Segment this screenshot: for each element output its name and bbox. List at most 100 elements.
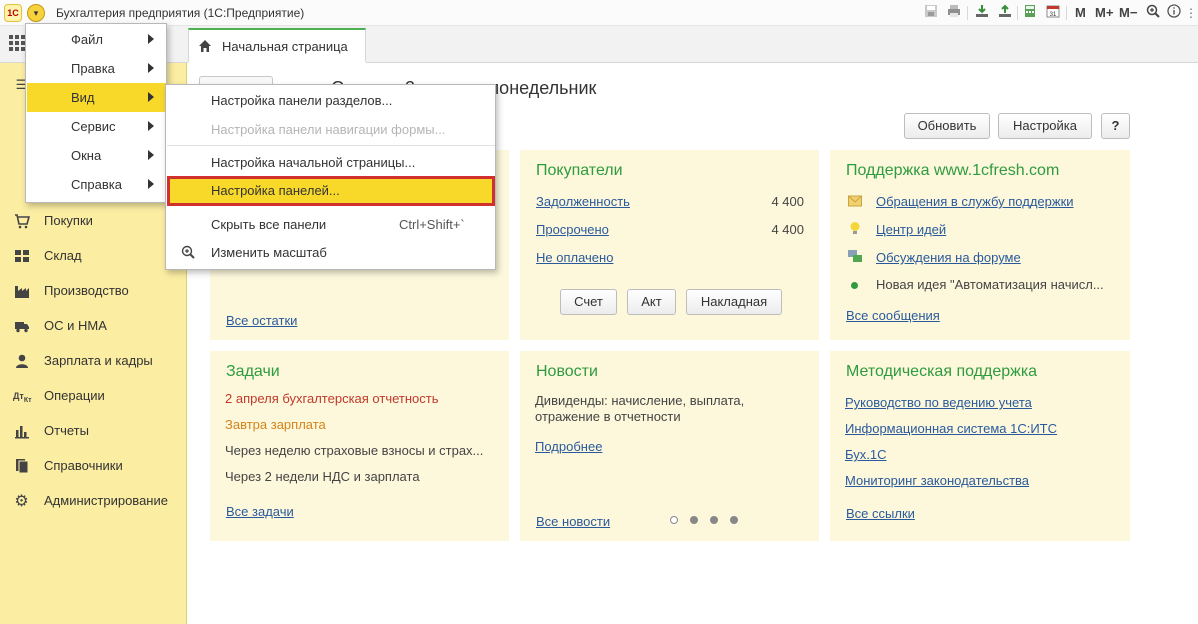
support-panel: Поддержка www.1cfresh.com Обращения в сл… — [830, 150, 1130, 340]
menu-item-label: Вид — [71, 90, 95, 105]
task-item[interactable]: Завтра зарплата — [225, 417, 326, 432]
act-button[interactable]: Акт — [627, 289, 676, 315]
menu-item-change-scale[interactable]: Изменить масштаб — [167, 238, 495, 266]
tab-bar: Начальная страница — [0, 26, 1198, 63]
upload-icon[interactable] — [996, 4, 1014, 22]
menu-item-windows[interactable]: Окна — [27, 141, 166, 170]
legislation-monitoring-link[interactable]: Мониторинг законодательства — [845, 473, 1029, 488]
download-icon[interactable] — [973, 4, 991, 22]
submenu-arrow-icon — [148, 150, 154, 160]
sidebar-item-operations[interactable]: ДтКт Операции — [0, 381, 186, 411]
sidebar-item-salary[interactable]: Зарплата и кадры — [0, 346, 186, 376]
sidebar-item-catalogs[interactable]: Справочники — [0, 451, 186, 481]
carousel-dot[interactable] — [730, 516, 738, 524]
menu-item-label: Правка — [71, 61, 115, 76]
sidebar-item-production[interactable]: Производство — [0, 276, 186, 306]
all-messages-link[interactable]: Все сообщения — [846, 308, 940, 323]
toolbar-separator — [1066, 6, 1067, 20]
menu-item-view[interactable]: Вид — [27, 83, 166, 112]
submenu-arrow-icon — [148, 121, 154, 131]
calculator-icon[interactable] — [1021, 4, 1039, 22]
memory-plus-button[interactable]: M+ — [1095, 5, 1113, 20]
print-icon[interactable] — [945, 4, 963, 22]
carousel-dot[interactable] — [690, 516, 698, 524]
carousel-dot-active[interactable] — [670, 516, 678, 524]
overdue-value: 4 400 — [771, 222, 804, 237]
envelope-icon — [848, 195, 862, 210]
unpaid-link[interactable]: Не оплачено — [536, 250, 613, 265]
sidebar-item-administration[interactable]: ⚙ Администрирование — [0, 486, 186, 516]
person-icon — [13, 353, 30, 370]
save-icon[interactable] — [922, 4, 940, 22]
menu-item-label-disabled: Настройка панели навигации формы... — [211, 122, 446, 137]
menu-item-file[interactable]: Файл — [27, 25, 166, 54]
overdue-link[interactable]: Просрочено — [536, 222, 609, 237]
menu-item-panels-settings[interactable]: Настройка панелей... — [167, 176, 495, 206]
support-requests-link[interactable]: Обращения в службу поддержки — [876, 194, 1074, 209]
task-item[interactable]: Через неделю страховые взносы и страх... — [225, 443, 483, 458]
ideas-center-link[interactable]: Центр идей — [876, 222, 946, 237]
panel-title: Поддержка www.1cfresh.com — [846, 162, 1060, 179]
zoom-icon — [181, 245, 195, 262]
panel-title: Новости — [536, 363, 598, 380]
sidebar-item-reports[interactable]: Отчеты — [0, 416, 186, 446]
buh1c-link[interactable]: Бух.1С — [845, 447, 886, 462]
calendar-icon[interactable]: 31 — [1044, 4, 1062, 22]
refresh-button[interactable]: Обновить — [904, 113, 990, 139]
warehouse-icon — [13, 248, 30, 265]
carousel-dot[interactable] — [710, 516, 718, 524]
news-text-line: отражение в отчетности — [535, 409, 681, 424]
task-item[interactable]: 2 апреля бухгалтерская отчетность — [225, 391, 439, 406]
menu-item-edit[interactable]: Правка — [27, 54, 166, 83]
tab-home[interactable]: Начальная страница — [188, 28, 366, 63]
waybill-button[interactable]: Накладная — [686, 289, 782, 315]
menu-item-label: Сервис — [71, 119, 116, 134]
sidebar-item-fixed-assets[interactable]: ОС и НМА — [0, 311, 186, 341]
tasks-panel: Задачи 2 апреля бухгалтерская отчетность… — [210, 351, 509, 541]
all-news-link[interactable]: Все новости — [536, 514, 610, 529]
sidebar-item-warehouse[interactable]: Склад — [0, 241, 186, 271]
menu-separator — [167, 145, 495, 146]
read-more-link[interactable]: Подробнее — [535, 439, 602, 454]
all-tasks-link[interactable]: Все задачи — [226, 504, 294, 519]
help-button[interactable]: ? — [1101, 113, 1130, 139]
menu-item-label: Справка — [71, 177, 122, 192]
method-support-panel: Методическая поддержка Руководство по ве… — [830, 351, 1130, 541]
panel-title: Покупатели — [536, 162, 623, 179]
toolbar-separator — [967, 6, 968, 20]
menu-item-label: Настройка начальной страницы... — [211, 155, 416, 170]
idea-news-text[interactable]: Новая идея "Автоматизация начисл... — [876, 277, 1104, 292]
all-links-link[interactable]: Все ссылки — [846, 506, 915, 521]
accounting-guide-link[interactable]: Руководство по ведению учета — [845, 395, 1032, 410]
news-panel: Новости Дивиденды: начисление, выплата, … — [520, 351, 819, 541]
invoice-button[interactable]: Счет — [560, 289, 617, 315]
news-text-line: Дивиденды: начисление, выплата, — [535, 393, 745, 408]
new-item-bullet-icon — [851, 282, 858, 289]
its-system-link[interactable]: Информационная система 1С:ИТС — [845, 421, 1057, 436]
zoom-icon[interactable] — [1144, 4, 1162, 22]
memory-minus-button[interactable]: M− — [1119, 5, 1137, 20]
menu-item-sections-panel-settings[interactable]: Настройка панели разделов... — [167, 86, 495, 114]
menu-item-label: Настройка панели разделов... — [211, 93, 393, 108]
menu-item-service[interactable]: Сервис — [27, 112, 166, 141]
menu-item-hide-all-panels[interactable]: Скрыть все панели Ctrl+Shift+` — [167, 210, 495, 238]
home-icon — [197, 38, 213, 54]
all-stock-link[interactable]: Все остатки — [226, 313, 297, 328]
forum-link[interactable]: Обсуждения на форуме — [876, 250, 1021, 265]
lightbulb-icon — [849, 221, 861, 239]
main-menu-button[interactable]: ▾ — [27, 4, 45, 22]
debt-link[interactable]: Задолженность — [536, 194, 630, 209]
sidebar-item-label: ОС и НМА — [44, 318, 107, 333]
menu-item-help[interactable]: Справка — [27, 170, 166, 199]
menu-item-home-page-settings[interactable]: Настройка начальной страницы... — [167, 148, 495, 176]
task-item[interactable]: Через 2 недели НДС и зарплата — [225, 469, 420, 484]
sidebar-item-label: Производство — [44, 283, 129, 298]
sidebar-item-purchases[interactable]: Покупки — [0, 206, 186, 236]
settings-button[interactable]: Настройка — [998, 113, 1092, 139]
sidebar-item-label: Покупки — [44, 213, 93, 228]
memory-button[interactable]: M — [1075, 5, 1086, 20]
more-icon[interactable]: ⋮ — [1182, 4, 1198, 22]
info-icon[interactable] — [1165, 4, 1183, 22]
shortcut-label: Ctrl+Shift+` — [399, 217, 465, 232]
sidebar-item-label: Отчеты — [44, 423, 89, 438]
